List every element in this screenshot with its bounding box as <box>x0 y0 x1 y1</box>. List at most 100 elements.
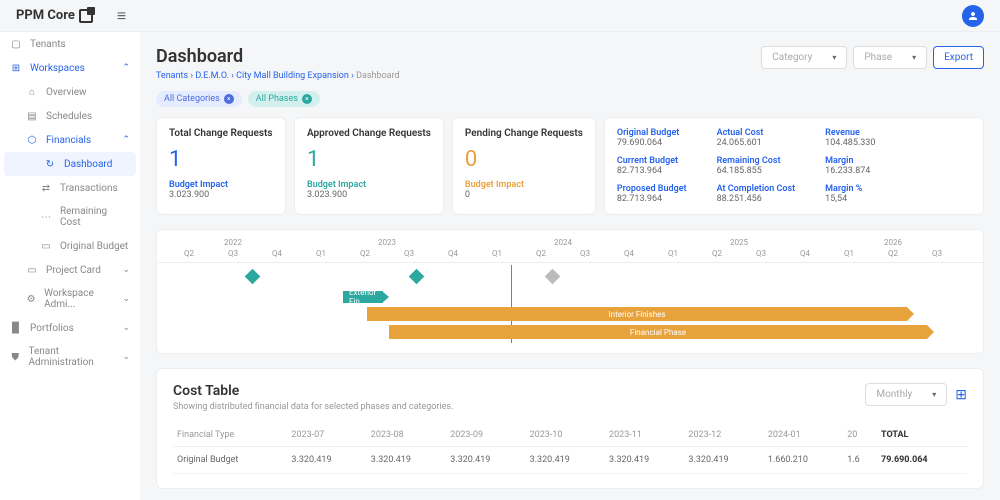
folder-icon: ▉ <box>10 322 22 334</box>
sidebar-item-workspaces[interactable]: ⊞Workspaces⌃ <box>0 56 140 80</box>
close-icon[interactable]: × <box>224 94 234 104</box>
table-cell: 3.320.419 <box>367 447 446 474</box>
milestone-icon[interactable] <box>545 269 561 285</box>
close-icon[interactable]: × <box>302 94 312 104</box>
header-controls: Category▾ Phase▾ Export <box>761 46 984 69</box>
granularity-dropdown[interactable]: Monthly▾ <box>865 383 947 406</box>
table-row: Original Budget 3.320.419 3.320.419 3.32… <box>173 447 967 474</box>
impact-value: 3.023.900 <box>307 190 431 200</box>
pending-requests-card: Pending Change Requests 0 Budget Impact … <box>452 117 596 215</box>
table-cell: 79.690.064 <box>877 447 967 474</box>
timeline-card: 2022Q2Q3Q4 2023Q1Q2Q3Q4 2024Q1Q2Q3Q4 202… <box>156 229 984 354</box>
sidebar-item-portfolios[interactable]: ▉ Portfolios ⌄ <box>0 316 140 340</box>
metrics-card: Original Budget79.690.064 Current Budget… <box>604 117 984 215</box>
gear-icon: ⚙ <box>26 293 36 305</box>
table-header: 2023-07 <box>287 424 366 447</box>
sidebar-item-tenants[interactable]: ▢Tenants <box>0 32 140 56</box>
export-button[interactable]: Export <box>933 46 984 69</box>
table-header: 2024-01 <box>764 424 843 447</box>
table-header-row: Financial Type 2023-07 2023-08 2023-09 2… <box>173 424 967 447</box>
cost-table: Financial Type 2023-07 2023-08 2023-09 2… <box>173 424 967 474</box>
timeline-body: Exterior Fin... Interior Finishes Financ… <box>157 269 983 339</box>
milestone-icon[interactable] <box>409 269 425 285</box>
sidebar-item-overview[interactable]: ⌂Overview <box>0 80 140 104</box>
chip-categories[interactable]: All Categories× <box>156 91 242 107</box>
sidebar-item-label: Transactions <box>60 183 118 194</box>
dropdown-label: Monthly <box>876 389 912 400</box>
metric-value: 64.185.855 <box>717 166 796 176</box>
sidebar-item-original-budget[interactable]: ▭Original Budget <box>0 234 140 258</box>
year-label: 2023 <box>299 238 475 247</box>
chevron-up-icon: ⌃ <box>122 135 130 145</box>
sidebar-item-project-card[interactable]: ▭ Project Card ⌄ <box>0 258 140 282</box>
metric-label: At Completion Cost <box>717 184 796 194</box>
card-icon: ▭ <box>26 264 38 276</box>
impact-value: 0 <box>465 190 583 200</box>
sidebar-item-dashboard[interactable]: ↻Dashboard <box>4 152 136 176</box>
chevron-down-icon: ⌄ <box>122 352 130 362</box>
avatar[interactable] <box>962 5 984 27</box>
sidebar-item-workspace-admin[interactable]: ⚙Workspace Admi...⌄ <box>0 282 140 316</box>
sidebar-item-transactions[interactable]: ⇄Transactions <box>0 176 140 200</box>
metric-label: Margin <box>825 156 875 166</box>
table-header: 2023-10 <box>526 424 605 447</box>
phase-bar-interior[interactable]: Interior Finishes <box>367 307 907 321</box>
table-cell: 3.320.419 <box>684 447 763 474</box>
chip-phases[interactable]: All Phases× <box>248 91 320 107</box>
metric-value: 24.065.601 <box>717 138 796 148</box>
table-header: 2023-09 <box>446 424 525 447</box>
summary-cards: Total Change Requests 1 Budget Impact 3.… <box>156 117 984 215</box>
sidebar: ▢Tenants ⊞Workspaces⌃ ⌂Overview ▤Schedul… <box>0 32 140 500</box>
cost-table-subtitle: Showing distributed financial data for s… <box>173 402 453 412</box>
sidebar-item-label: Financials <box>46 135 91 146</box>
metric-label: Proposed Budget <box>617 184 687 194</box>
breadcrumb-item[interactable]: D.E.M.O. <box>195 71 229 81</box>
table-cell: 1.6 <box>843 447 877 474</box>
user-icon <box>967 10 979 22</box>
chevron-down-icon: ⌄ <box>122 265 130 275</box>
chart-icon: ⬡ <box>26 134 38 146</box>
table-settings-icon[interactable]: ⊞ <box>955 387 967 403</box>
dots-icon: ⋯ <box>40 211 52 223</box>
breadcrumb-item[interactable]: City Mall Building Expansion <box>236 71 349 81</box>
metric-value: 82.713.964 <box>617 194 687 204</box>
shield-icon: ⛊ <box>10 351 20 363</box>
year-label: 2025 <box>651 238 827 247</box>
chevron-down-icon: ⌄ <box>122 323 130 333</box>
impact-label: Budget Impact <box>169 180 273 190</box>
metric-value: 15,54 <box>825 194 875 204</box>
phase-bar-financial[interactable]: Financial Phase <box>389 325 927 339</box>
menu-toggle-icon[interactable]: ≡ <box>117 6 126 26</box>
sidebar-item-schedules[interactable]: ▤Schedules <box>0 104 140 128</box>
sidebar-item-label: Project Card <box>46 265 101 276</box>
breadcrumb-item[interactable]: Tenants <box>156 71 188 81</box>
logo-text: PPM Core <box>16 8 75 23</box>
sidebar-item-remaining-cost[interactable]: ⋯Remaining Cost <box>0 200 140 234</box>
table-header: TOTAL <box>877 424 967 447</box>
table-header: 2023-08 <box>367 424 446 447</box>
milestone-icon[interactable] <box>245 269 261 285</box>
sidebar-item-label: Portfolios <box>30 323 74 334</box>
sidebar-item-label: Dashboard <box>64 159 112 170</box>
metric-value: 88.251.456 <box>717 194 796 204</box>
table-cell: 3.320.419 <box>446 447 525 474</box>
phase-bar-exterior[interactable]: Exterior Fin... <box>343 291 383 303</box>
chevron-down-icon: ⌄ <box>122 294 130 304</box>
timeline-axis: 2022Q2Q3Q4 2023Q1Q2Q3Q4 2024Q1Q2Q3Q4 202… <box>157 238 983 263</box>
dropdown-label: Category <box>772 52 812 63</box>
category-dropdown[interactable]: Category▾ <box>761 46 847 69</box>
dropdown-label: Phase <box>864 52 892 63</box>
metric-label: Margin % <box>825 184 875 194</box>
table-header: Financial Type <box>173 424 287 447</box>
sidebar-item-label: Tenants <box>30 39 66 50</box>
table-cell: Original Budget <box>173 447 287 474</box>
metric-label: Revenue <box>825 128 875 138</box>
sidebar-item-financials[interactable]: ⬡ Financials ⌃ <box>0 128 140 152</box>
metric-value: 82.713.964 <box>617 166 687 176</box>
dashboard-header: Dashboard Tenants › D.E.M.O. › City Mall… <box>156 46 984 81</box>
phase-dropdown[interactable]: Phase▾ <box>853 46 927 69</box>
table-cell: 3.320.419 <box>605 447 684 474</box>
sidebar-item-tenant-admin[interactable]: ⛊Tenant Administration⌄ <box>0 340 140 374</box>
filter-chips: All Categories× All Phases× <box>156 91 984 107</box>
topbar: PPM Core ≡ <box>0 0 1000 32</box>
